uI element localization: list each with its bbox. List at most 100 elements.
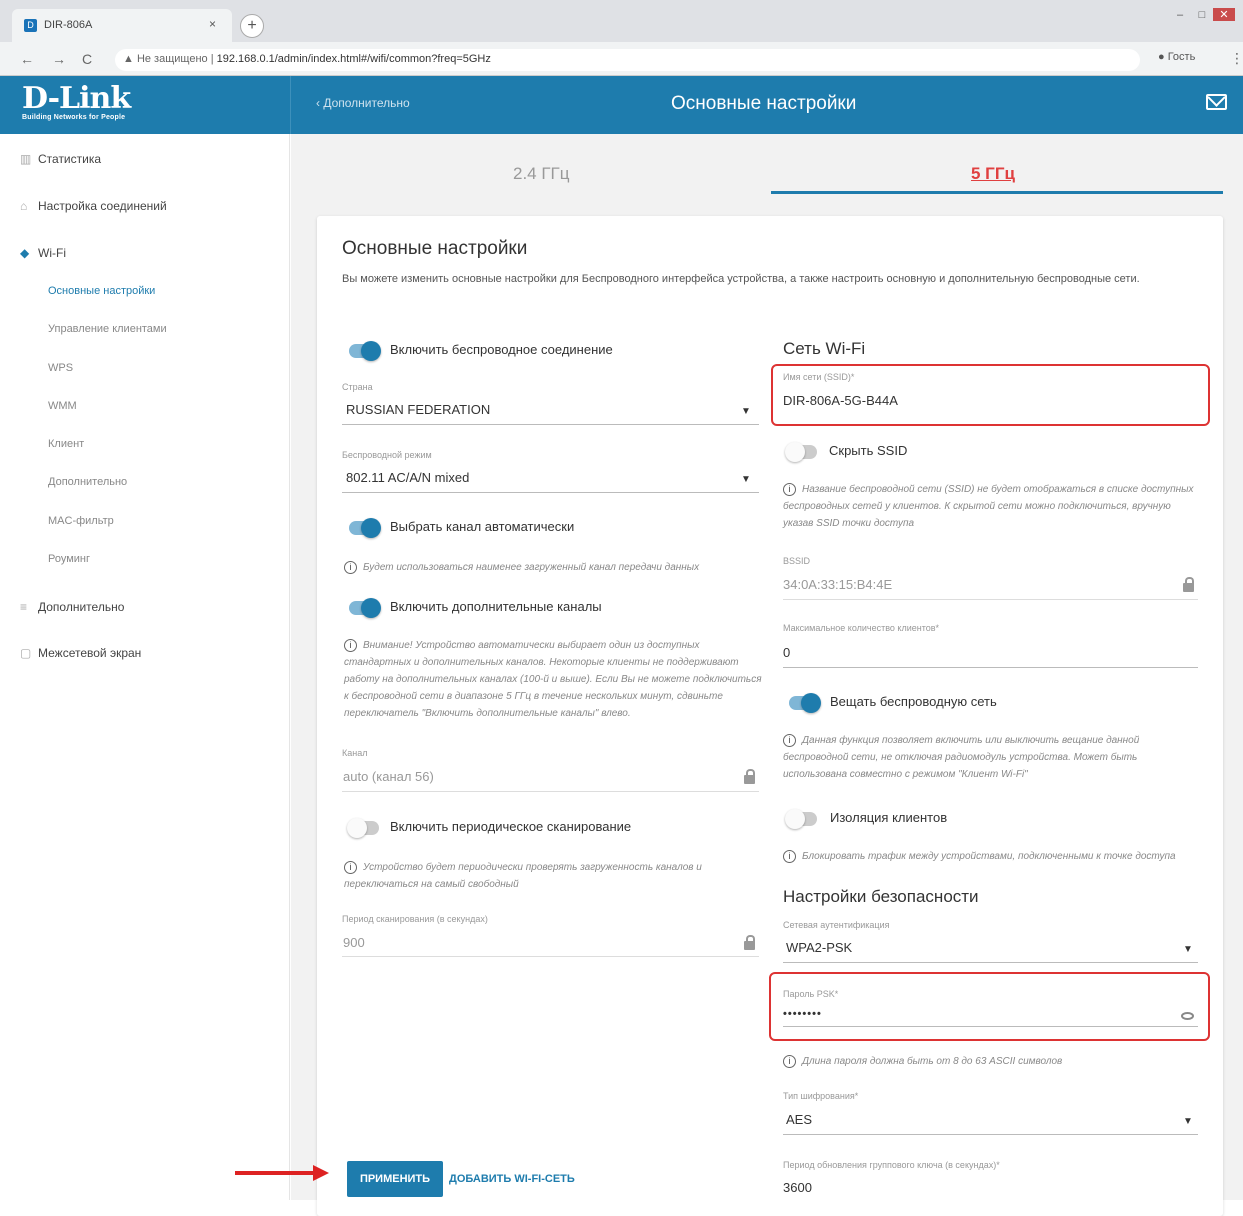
toggle-knob: [347, 818, 367, 838]
url-text: 192.168.0.1/admin/index.html#/wifi/commo…: [216, 53, 491, 65]
lock-icon: [744, 769, 755, 784]
eye-icon[interactable]: [1181, 1012, 1194, 1020]
not-secure-badge[interactable]: ▲ Не защищено: [123, 53, 208, 65]
extra-channels-info: i Внимание! Устройство автоматически выби…: [344, 637, 764, 722]
minimize-icon[interactable]: –: [1169, 9, 1191, 21]
info-icon: i: [783, 850, 796, 863]
forward-icon[interactable]: →: [52, 51, 66, 67]
toggle-knob: [361, 341, 381, 361]
scan-period-field: 900: [343, 935, 365, 950]
chevron-down-icon[interactable]: ▼: [741, 474, 751, 485]
dlink-favicon-icon: D: [24, 19, 37, 32]
scan-period-underline: [342, 956, 759, 957]
main-content: 2.4 ГГц 5 ГГц Основные настройки Вы може…: [291, 134, 1243, 1216]
enable-wireless-toggle[interactable]: [349, 341, 381, 361]
extra-channels-toggle[interactable]: [349, 598, 381, 618]
back-link[interactable]: ‹ Дополнительно: [316, 96, 410, 110]
apply-button[interactable]: ПРИМЕНИТЬ: [347, 1161, 443, 1197]
sidebar-sub-clients[interactable]: Управление клиентами: [48, 323, 167, 335]
isolation-info: i Блокировать трафик между устройствами, …: [783, 848, 1203, 865]
channel-underline: [342, 791, 759, 792]
browser-menu-icon[interactable]: ⋮: [1230, 50, 1243, 67]
reload-icon[interactable]: C: [82, 51, 92, 67]
new-tab-button[interactable]: +: [240, 14, 264, 38]
app-header: D-Link Building Networks for People ‹ До…: [0, 76, 1243, 134]
annotation-arrow-shaft: [235, 1171, 320, 1175]
country-select[interactable]: RUSSIAN FEDERATION: [346, 402, 490, 417]
isolation-toggle[interactable]: [785, 809, 817, 829]
add-wifi-network-button[interactable]: ДОБАВИТЬ WI-FI-СЕТЬ: [449, 1173, 575, 1185]
max-clients-underline: [783, 667, 1198, 668]
sidebar-sub-wps[interactable]: WPS: [48, 362, 73, 374]
info-text: Название беспроводной сети (SSID) не буд…: [783, 484, 1194, 529]
sidebar-item-firewall[interactable]: ▢ Межсетевой экран: [20, 646, 141, 660]
chevron-down-icon[interactable]: ▼: [1183, 1116, 1193, 1127]
sidebar-sub-advanced[interactable]: Дополнительно: [48, 476, 127, 488]
connections-icon: ⌂: [20, 199, 28, 213]
sidebar-sub-client[interactable]: Клиент: [48, 438, 84, 450]
info-icon: i: [783, 483, 796, 496]
annotation-arrow-icon: [313, 1165, 329, 1181]
max-clients-input[interactable]: 0: [783, 645, 790, 660]
dlink-logo[interactable]: D-Link Building Networks for People: [22, 81, 131, 122]
tab-5ghz[interactable]: 5 ГГц: [971, 164, 1015, 184]
broadcast-toggle[interactable]: [789, 693, 821, 713]
toggle-knob: [785, 442, 805, 462]
url-field[interactable]: ▲ Не защищено | 192.168.0.1/admin/index.…: [115, 49, 1140, 71]
gk-label: Период обновления группового ключа (в се…: [783, 1160, 1000, 1170]
encryption-select[interactable]: AES: [786, 1112, 812, 1127]
info-text: Блокировать трафик между устройствами, п…: [802, 851, 1176, 862]
wifi-network-heading: Сеть Wi-Fi: [783, 339, 866, 358]
sidebar-item-statistics[interactable]: ▥ Статистика: [20, 152, 101, 166]
logo-text: D-Link: [22, 81, 131, 116]
broadcast-label: Вещать беспроводную сеть: [830, 694, 997, 709]
sidebar-item-label: Wi-Fi: [38, 246, 66, 260]
sidebar-item-advanced[interactable]: ≡ Дополнительно: [20, 600, 124, 614]
bssid-field: 34:0A:33:15:B4:4E: [783, 577, 893, 592]
close-window-icon[interactable]: ✕: [1213, 8, 1235, 21]
ssid-label: Имя сети (SSID)*: [783, 372, 855, 382]
psk-label: Пароль PSK*: [783, 989, 839, 999]
chevron-down-icon[interactable]: ▼: [741, 406, 751, 417]
hide-ssid-toggle[interactable]: [785, 442, 817, 462]
sidebar-sub-roaming[interactable]: Роуминг: [48, 553, 90, 565]
tab-close-icon[interactable]: ×: [209, 17, 216, 31]
mode-select[interactable]: 802.11 AC/A/N mixed: [346, 470, 469, 485]
logo-slogan: Building Networks for People: [22, 114, 126, 121]
chevron-down-icon[interactable]: ▼: [1183, 944, 1193, 955]
guest-label: Гость: [1167, 51, 1196, 63]
sidebar-item-connections[interactable]: ⌂ Настройка соединений: [20, 199, 167, 213]
sidebar-item-label: Настройка соединений: [38, 199, 167, 213]
psk-input[interactable]: ••••••••: [783, 1008, 822, 1020]
ssid-input[interactable]: DIR-806A-5G-B44A: [783, 393, 898, 408]
info-icon: i: [344, 861, 357, 874]
gk-input[interactable]: 3600: [783, 1180, 812, 1195]
extra-channels-label: Включить дополнительные каналы: [390, 599, 602, 614]
sidebar-item-label: Статистика: [38, 152, 102, 166]
info-text: Внимание! Устройство автоматически выбир…: [344, 640, 762, 719]
isolation-label: Изоляция клиентов: [830, 810, 948, 825]
sidebar-sub-basic[interactable]: Основные настройки: [48, 285, 155, 297]
toggle-knob: [801, 693, 821, 713]
guest-profile[interactable]: ● Гость: [1158, 51, 1195, 63]
tab-2-4ghz[interactable]: 2.4 ГГц: [513, 164, 570, 184]
sidebar-sub-wmm[interactable]: WMM: [48, 400, 77, 412]
info-icon: i: [783, 1055, 796, 1068]
address-bar-row: ← → C ▲ Не защищено | 192.168.0.1/admin/…: [0, 42, 1243, 76]
mail-icon[interactable]: [1206, 94, 1227, 110]
back-icon[interactable]: ←: [20, 51, 34, 67]
auto-channel-toggle[interactable]: [349, 518, 381, 538]
country-underline: [342, 424, 759, 425]
sidebar: ▥ Статистика ⌂ Настройка соединений ◆ Wi-Fi…: [0, 134, 290, 1200]
info-text: Данная функция позволяет включить или вы…: [783, 735, 1140, 780]
auth-select[interactable]: WPA2-PSK: [786, 940, 852, 955]
bssid-label: BSSID: [783, 556, 811, 566]
bssid-underline: [783, 599, 1198, 600]
browser-tab[interactable]: D DIR-806A ×: [12, 9, 232, 42]
card-title: Основные настройки: [342, 238, 528, 259]
periodic-scan-toggle[interactable]: [347, 818, 379, 838]
sidebar-item-wifi[interactable]: ◆ Wi-Fi: [20, 246, 66, 260]
sidebar-sub-mac-filter[interactable]: MAC-фильтр: [48, 515, 114, 527]
hide-ssid-info: i Название беспроводной сети (SSID) не бу…: [783, 481, 1203, 532]
maximize-icon[interactable]: □: [1191, 9, 1213, 21]
